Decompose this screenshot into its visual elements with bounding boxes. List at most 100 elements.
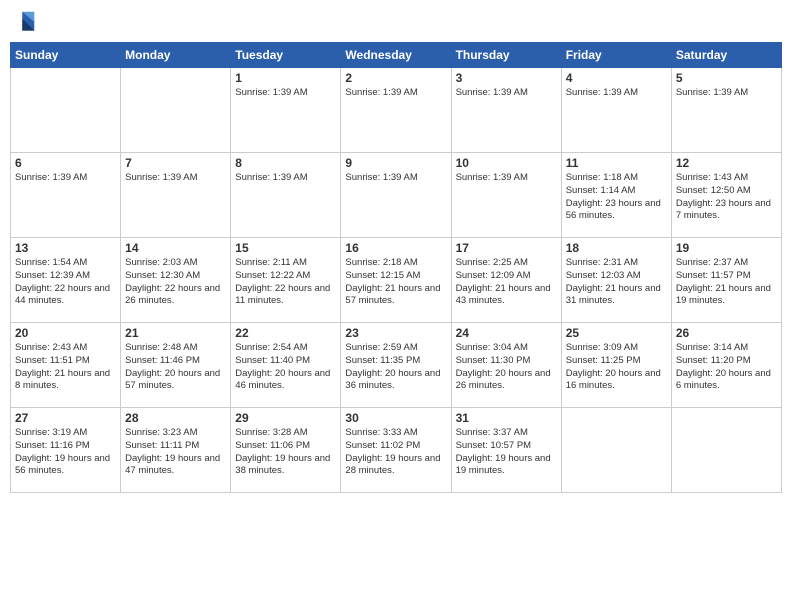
day-number: 4	[566, 71, 667, 85]
cell-info: Sunrise: 2:31 AM Sunset: 12:03 AM Daylig…	[566, 257, 667, 308]
day-number: 14	[125, 241, 226, 255]
day-number: 12	[676, 156, 777, 170]
calendar-cell: 15 Sunrise: 2:11 AM Sunset: 12:22 AM Dayl…	[231, 238, 341, 323]
cell-info: Sunrise: 2:54 AM Sunset: 11:40 PM Daylig…	[235, 342, 336, 393]
weekday-header-cell: Monday	[121, 43, 231, 68]
calendar-cell: 10 Sunrise: 1:39 AM	[451, 153, 561, 238]
cell-info: Sunrise: 1:39 AM	[235, 172, 336, 185]
logo-icon	[10, 10, 38, 34]
calendar-cell: 14 Sunrise: 2:03 AM Sunset: 12:30 AM Dayl…	[121, 238, 231, 323]
calendar-cell: 20 Sunrise: 2:43 AM Sunset: 11:51 PM Dayl…	[11, 323, 121, 408]
cell-info: Sunrise: 1:39 AM	[345, 172, 446, 185]
calendar-cell: 3 Sunrise: 1:39 AM	[451, 68, 561, 153]
cell-info: Sunrise: 1:39 AM	[566, 87, 667, 100]
calendar-cell: 6Sunrise: 1:39 AM	[11, 153, 121, 238]
calendar-cell: 8 Sunrise: 1:39 AM	[231, 153, 341, 238]
weekday-header-cell: Saturday	[671, 43, 781, 68]
cell-info: Sunrise: 2:25 AM Sunset: 12:09 AM Daylig…	[456, 257, 557, 308]
calendar-cell: 9Sunrise: 1:39 AM	[341, 153, 451, 238]
cell-info: Sunrise: 1:18 AM Sunset: 1:14 AM Dayligh…	[566, 172, 667, 223]
calendar-cell	[671, 408, 781, 493]
calendar-cell: 7 Sunrise: 1:39 AM	[121, 153, 231, 238]
calendar-cell: 27 Sunrise: 3:19 AM Sunset: 11:16 PM Dayl…	[11, 408, 121, 493]
calendar-cell: 24 Sunrise: 3:04 AM Sunset: 11:30 PM Dayl…	[451, 323, 561, 408]
day-number: 31	[456, 411, 557, 425]
calendar-week-row: 13Sunrise: 1:54 AM Sunset: 12:39 AM Dayl…	[11, 238, 782, 323]
day-number: 17	[456, 241, 557, 255]
calendar-cell: 30 Sunrise: 3:33 AM Sunset: 11:02 PM Dayl…	[341, 408, 451, 493]
weekday-header-cell: Sunday	[11, 43, 121, 68]
cell-info: Sunrise: 1:54 AM Sunset: 12:39 AM Daylig…	[15, 257, 116, 308]
cell-info: Sunrise: 3:23 AM Sunset: 11:11 PM Daylig…	[125, 427, 226, 478]
calendar: SundayMondayTuesdayWednesdayThursdayFrid…	[10, 42, 782, 493]
calendar-cell: 21 Sunrise: 2:48 AM Sunset: 11:46 PM Dayl…	[121, 323, 231, 408]
calendar-week-row: 20 Sunrise: 2:43 AM Sunset: 11:51 PM Dayl…	[11, 323, 782, 408]
day-number: 20	[15, 326, 116, 340]
weekday-header-cell: Wednesday	[341, 43, 451, 68]
cell-info: Sunrise: 1:39 AM	[456, 172, 557, 185]
day-number: 8	[235, 156, 336, 170]
calendar-cell: 1 Sunrise: 1:39 AM	[231, 68, 341, 153]
calendar-cell: 16 Sunrise: 2:18 AM Sunset: 12:15 AM Dayl…	[341, 238, 451, 323]
day-number: 21	[125, 326, 226, 340]
cell-info: Sunrise: 3:14 AM Sunset: 11:20 PM Daylig…	[676, 342, 777, 393]
day-number: 7	[125, 156, 226, 170]
calendar-cell	[121, 68, 231, 153]
cell-info: Sunrise: 3:33 AM Sunset: 11:02 PM Daylig…	[345, 427, 446, 478]
day-number: 2	[345, 71, 446, 85]
calendar-cell: 25 Sunrise: 3:09 AM Sunset: 11:25 PM Dayl…	[561, 323, 671, 408]
day-number: 3	[456, 71, 557, 85]
cell-info: Sunrise: 2:48 AM Sunset: 11:46 PM Daylig…	[125, 342, 226, 393]
weekday-header-cell: Friday	[561, 43, 671, 68]
day-number: 6	[15, 156, 116, 170]
weekday-header-cell: Tuesday	[231, 43, 341, 68]
cell-info: Sunrise: 1:39 AM	[456, 87, 557, 100]
cell-info: Sunrise: 1:39 AM	[235, 87, 336, 100]
weekday-header-row: SundayMondayTuesdayWednesdayThursdayFrid…	[11, 43, 782, 68]
weekday-header-cell: Thursday	[451, 43, 561, 68]
logo	[10, 10, 42, 34]
calendar-week-row: 27 Sunrise: 3:19 AM Sunset: 11:16 PM Dayl…	[11, 408, 782, 493]
cell-info: Sunrise: 2:03 AM Sunset: 12:30 AM Daylig…	[125, 257, 226, 308]
cell-info: Sunrise: 1:43 AM Sunset: 12:50 AM Daylig…	[676, 172, 777, 223]
day-number: 24	[456, 326, 557, 340]
cell-info: Sunrise: 3:19 AM Sunset: 11:16 PM Daylig…	[15, 427, 116, 478]
page-header	[10, 10, 782, 34]
day-number: 28	[125, 411, 226, 425]
calendar-cell	[11, 68, 121, 153]
cell-info: Sunrise: 2:11 AM Sunset: 12:22 AM Daylig…	[235, 257, 336, 308]
day-number: 15	[235, 241, 336, 255]
day-number: 10	[456, 156, 557, 170]
cell-info: Sunrise: 3:28 AM Sunset: 11:06 PM Daylig…	[235, 427, 336, 478]
day-number: 25	[566, 326, 667, 340]
day-number: 22	[235, 326, 336, 340]
calendar-cell: 13Sunrise: 1:54 AM Sunset: 12:39 AM Dayl…	[11, 238, 121, 323]
calendar-cell: 19Sunrise: 2:37 AM Sunset: 11:57 PM Dayl…	[671, 238, 781, 323]
calendar-cell: 4 Sunrise: 1:39 AM	[561, 68, 671, 153]
day-number: 27	[15, 411, 116, 425]
cell-info: Sunrise: 3:09 AM Sunset: 11:25 PM Daylig…	[566, 342, 667, 393]
calendar-cell	[561, 408, 671, 493]
cell-info: Sunrise: 1:39 AM	[676, 87, 777, 100]
cell-info: Sunrise: 2:18 AM Sunset: 12:15 AM Daylig…	[345, 257, 446, 308]
calendar-cell: 17 Sunrise: 2:25 AM Sunset: 12:09 AM Dayl…	[451, 238, 561, 323]
day-number: 11	[566, 156, 667, 170]
calendar-week-row: 1 Sunrise: 1:39 AM 2 Sunrise: 1:39 AM 3 Sunri…	[11, 68, 782, 153]
calendar-cell: 31Sunrise: 3:37 AM Sunset: 10:57 PM Dayl…	[451, 408, 561, 493]
cell-info: Sunrise: 1:39 AM	[125, 172, 226, 185]
day-number: 16	[345, 241, 446, 255]
cell-info: Sunrise: 2:43 AM Sunset: 11:51 PM Daylig…	[15, 342, 116, 393]
calendar-cell: 11 Sunrise: 1:18 AM Sunset: 1:14 AM Dayli…	[561, 153, 671, 238]
calendar-cell: 18Sunrise: 2:31 AM Sunset: 12:03 AM Dayl…	[561, 238, 671, 323]
cell-info: Sunrise: 1:39 AM	[345, 87, 446, 100]
calendar-cell: 29 Sunrise: 3:28 AM Sunset: 11:06 PM Dayl…	[231, 408, 341, 493]
day-number: 1	[235, 71, 336, 85]
calendar-cell: 23Sunrise: 2:59 AM Sunset: 11:35 PM Dayl…	[341, 323, 451, 408]
day-number: 30	[345, 411, 446, 425]
calendar-cell: 28 Sunrise: 3:23 AM Sunset: 11:11 PM Dayl…	[121, 408, 231, 493]
day-number: 19	[676, 241, 777, 255]
calendar-body: 1 Sunrise: 1:39 AM 2 Sunrise: 1:39 AM 3 Sunri…	[11, 68, 782, 493]
day-number: 29	[235, 411, 336, 425]
cell-info: Sunrise: 3:04 AM Sunset: 11:30 PM Daylig…	[456, 342, 557, 393]
calendar-cell: 5Sunrise: 1:39 AM	[671, 68, 781, 153]
